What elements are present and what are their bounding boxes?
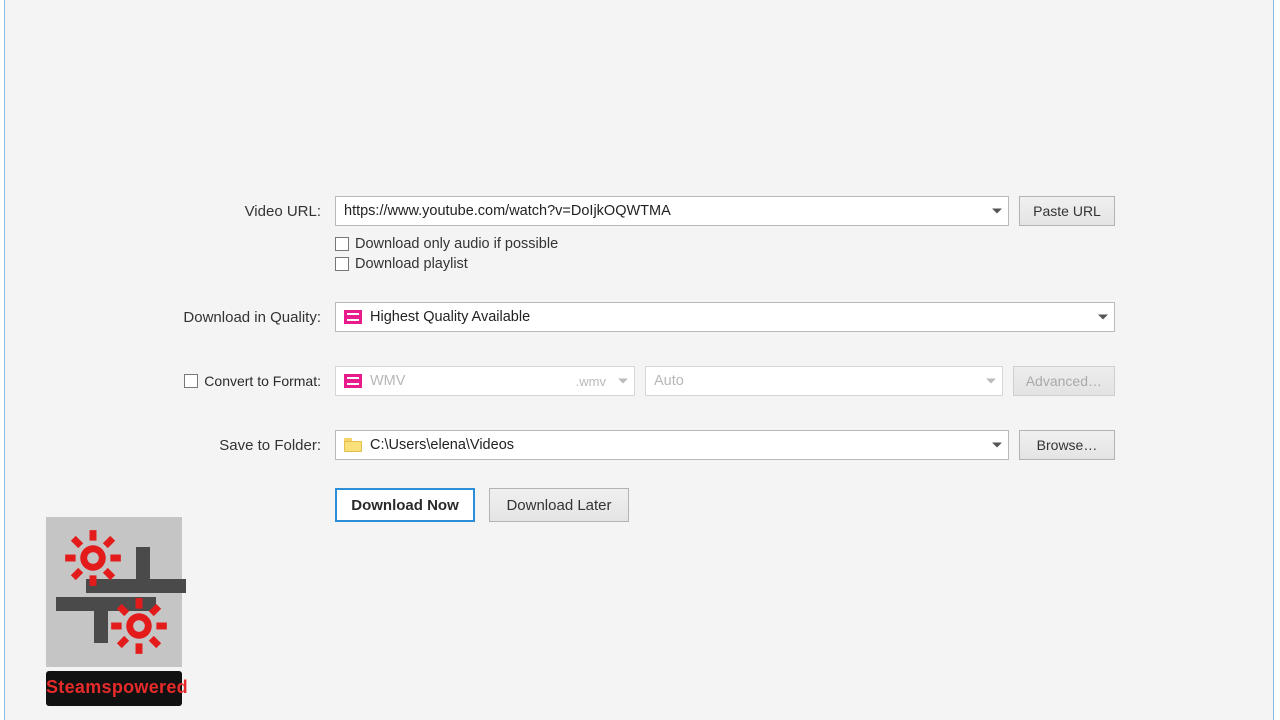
action-row: Download Now Download Later [335, 488, 1115, 522]
gear-icon [110, 597, 168, 655]
checkbox-convert[interactable]: Convert to Format: [175, 373, 335, 389]
app-window: Video URL: https://www.youtube.com/watch… [4, 0, 1274, 720]
row-save-folder: Save to Folder: C:\Users\elena\Videos Br… [175, 430, 1115, 460]
checkbox-icon [335, 237, 349, 251]
video-url-value: https://www.youtube.com/watch?v=DoIjkOQW… [344, 203, 671, 219]
chevron-down-icon [618, 379, 628, 384]
checkbox-icon [184, 374, 198, 388]
browse-button[interactable]: Browse… [1019, 430, 1115, 460]
watermark-brand: Steamspowered [46, 671, 182, 706]
logo-bar [136, 547, 150, 593]
advanced-button: Advanced… [1013, 366, 1115, 396]
download-now-label: Download Now [351, 497, 459, 514]
chevron-down-icon [1098, 315, 1108, 320]
checkbox-audio-only[interactable]: Download only audio if possible [335, 236, 1115, 252]
save-folder-value: C:\Users\elena\Videos [370, 437, 514, 453]
download-now-button[interactable]: Download Now [335, 488, 475, 522]
watermark: Steamspowered [46, 517, 182, 706]
checkbox-audio-only-label: Download only audio if possible [355, 236, 558, 252]
chevron-down-icon [992, 443, 1002, 448]
gear-icon [64, 529, 122, 587]
label-convert: Convert to Format: [204, 373, 321, 389]
browse-label: Browse… [1037, 437, 1098, 453]
row-convert: Convert to Format: WMV .wmv Auto Advance… [175, 366, 1115, 396]
format-value: WMV [370, 373, 405, 389]
row-video-url: Video URL: https://www.youtube.com/watch… [175, 196, 1115, 226]
label-save-folder: Save to Folder: [175, 437, 335, 454]
quality-combobox[interactable]: Highest Quality Available [335, 302, 1115, 332]
label-quality: Download in Quality: [175, 309, 335, 326]
paste-url-label: Paste URL [1033, 203, 1101, 219]
preset-value: Auto [654, 373, 684, 389]
row-quality: Download in Quality: Highest Quality Ava… [175, 302, 1115, 332]
download-later-label: Download Later [506, 497, 611, 514]
advanced-label: Advanced… [1026, 373, 1102, 389]
format-ext: .wmv [576, 374, 606, 389]
checkbox-playlist[interactable]: Download playlist [335, 256, 1115, 272]
chevron-down-icon [992, 209, 1002, 214]
video-format-icon [344, 374, 362, 388]
quality-value: Highest Quality Available [370, 309, 530, 325]
checkbox-playlist-label: Download playlist [355, 256, 468, 272]
folder-icon [344, 438, 362, 452]
watermark-logo [46, 517, 182, 667]
preset-combobox: Auto [645, 366, 1003, 396]
video-url-combobox[interactable]: https://www.youtube.com/watch?v=DoIjkOQW… [335, 196, 1009, 226]
checkbox-icon [335, 257, 349, 271]
save-folder-combobox[interactable]: C:\Users\elena\Videos [335, 430, 1009, 460]
download-later-button[interactable]: Download Later [489, 488, 629, 522]
format-combobox: WMV .wmv [335, 366, 635, 396]
chevron-down-icon [986, 379, 996, 384]
video-quality-icon [344, 310, 362, 324]
label-video-url: Video URL: [175, 203, 335, 220]
download-form: Video URL: https://www.youtube.com/watch… [175, 196, 1115, 522]
paste-url-button[interactable]: Paste URL [1019, 196, 1115, 226]
logo-bar [94, 597, 108, 643]
